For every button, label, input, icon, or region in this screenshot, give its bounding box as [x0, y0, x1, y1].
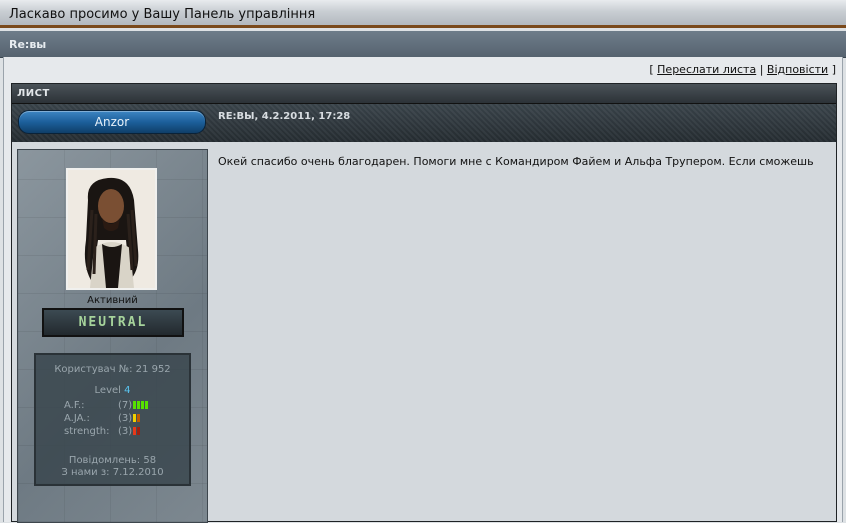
subject-title: Re:вы [9, 38, 47, 51]
stat-value: (3) [118, 413, 133, 424]
message-panel: ЛИСТ Anzor RE:ВЫ, 4.2.2011, 17:28 Активн… [11, 83, 837, 523]
panel-header: ЛИСТ [12, 84, 836, 104]
stat-row-aja: A.JA.: (3) [64, 413, 141, 424]
stat-label: A.JA.: [64, 413, 90, 424]
stat-bar-segment [133, 401, 137, 409]
stat-bar-segment [137, 401, 141, 409]
message-body: Окей спасибо очень благодарен. Помоги мн… [218, 155, 814, 168]
post-meta: RE:ВЫ, 4.2.2011, 17:28 [218, 111, 351, 122]
bracket-close: ] [831, 63, 836, 76]
stat-bar-segment [133, 414, 137, 422]
stat-label: strength: [64, 426, 110, 437]
user-status: Активний [87, 295, 138, 306]
subject-bar: Re:вы [0, 31, 846, 58]
stat-row-strength: strength: (3) [64, 426, 141, 437]
author-name: Anzor [94, 115, 130, 129]
user-number: Користувач №: 21 952 [54, 364, 171, 375]
reply-link[interactable]: Відповісти [767, 63, 828, 76]
forward-link[interactable]: Переслати листа [657, 63, 756, 76]
user-stats: Користувач №: 21 952 Level 4 A.F.: (7) A.… [34, 353, 191, 486]
stat-bar-segment [133, 427, 137, 435]
rank-badge: NEUTRAL [42, 308, 184, 337]
stat-bars [132, 400, 149, 411]
stat-row-af: A.F.: (7) [64, 400, 149, 411]
bracket-open: [ [649, 63, 654, 76]
window-title-bar: Ласкаво просимо у Вашу Панель управління [0, 0, 846, 28]
message-actions: [ Переслати листа | Відповісти ] [649, 63, 836, 76]
author-button[interactable]: Anzor [18, 110, 206, 134]
stat-value: (7) [118, 400, 133, 411]
avatar[interactable] [66, 168, 157, 290]
post-header: Anzor RE:ВЫ, 4.2.2011, 17:28 [12, 104, 836, 142]
avatar-image [68, 170, 155, 288]
actions-separator: | [759, 63, 764, 76]
stat-bars [132, 426, 141, 437]
stat-bar-segment [141, 401, 145, 409]
window-title: Ласкаво просимо у Вашу Панель управління [9, 7, 316, 22]
post-count: Повідомлень: 58 [68, 455, 157, 466]
content-area: [ Переслати листа | Відповісти ] ЛИСТ An… [3, 57, 843, 523]
stat-bar-segment [137, 414, 141, 422]
level-label: Level [94, 385, 121, 396]
stat-label: A.F.: [64, 400, 85, 411]
level-value: 4 [124, 385, 131, 396]
stat-bars [132, 413, 141, 424]
stat-value: (3) [118, 426, 133, 437]
rank-label: NEUTRAL [78, 315, 148, 330]
member-since: З нами з: 7.12.2010 [61, 467, 164, 478]
author-profile: Активний NEUTRAL Користувач №: 21 952 Le… [17, 149, 208, 523]
user-level: Level 4 [36, 385, 189, 396]
stat-bar-segment [137, 427, 141, 435]
panel-header-label: ЛИСТ [17, 88, 50, 99]
stat-bar-segment [145, 401, 149, 409]
